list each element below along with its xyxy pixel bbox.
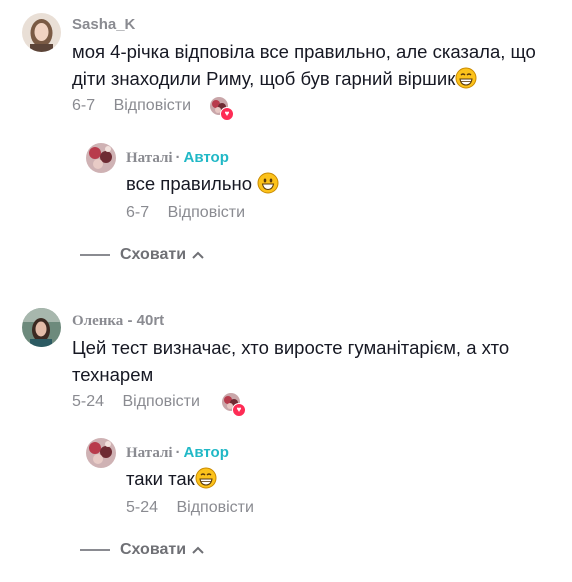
grin-emoji-icon (455, 67, 477, 89)
reply-date: 5-24 (126, 499, 159, 516)
divider (80, 549, 110, 551)
author-liked-indicator: ♥ (222, 393, 246, 417)
username[interactable]: Оленка - 40rt (72, 312, 164, 330)
reply-meta: 5-24 Відповісти (126, 499, 254, 517)
reply-button[interactable]: Відповісти (176, 499, 253, 516)
comment-text-line: Цей тест визначає, хто виросте гуманітар… (72, 337, 510, 358)
avatar[interactable] (22, 13, 61, 52)
reply-text: все правильно (126, 170, 279, 197)
comment-meta: 6-7 Відповісти (72, 97, 191, 115)
author-avatar[interactable] (86, 143, 116, 173)
comment-text-line-2: технарем (72, 364, 154, 385)
comment-date: 6-7 (72, 97, 96, 114)
reply-button[interactable]: Відповісти (168, 204, 245, 221)
reply-username[interactable]: Наталі (126, 445, 173, 461)
reply-meta: 6-7 Відповісти (126, 204, 245, 222)
reply-button[interactable]: Відповісти (122, 393, 199, 410)
hide-replies-button[interactable]: Сховати (80, 541, 204, 559)
avatar[interactable] (22, 308, 61, 347)
comment-text: Цей тест визначає, хто виросте гуманітар… (72, 334, 552, 388)
comment-text-line: моя 4-річка відповіла все правильно, але… (72, 41, 536, 62)
hide-replies-button[interactable]: Сховати (80, 246, 204, 264)
grin-emoji-icon (195, 467, 217, 489)
comment-meta: 5-24 Відповісти (72, 393, 200, 411)
author-avatar[interactable] (86, 438, 116, 468)
reply-username-line: Наталі · Автор (126, 444, 229, 461)
comment-text: моя 4-річка відповіла все правильно, але… (72, 38, 552, 92)
heart-icon: ♥ (232, 403, 246, 417)
username[interactable]: Sasha_K (72, 16, 135, 33)
smile-emoji-icon (257, 172, 279, 194)
reply-button[interactable]: Відповісти (114, 97, 191, 114)
comment-text-line-2: діти знаходили Риму, щоб був гарний вірш… (72, 65, 552, 92)
author-badge: Автор (183, 149, 229, 166)
author-liked-indicator: ♥ (210, 97, 234, 121)
reply-username[interactable]: Наталі (126, 150, 173, 166)
comment-date: 5-24 (72, 393, 105, 410)
author-badge: Автор (183, 444, 229, 461)
reply-username-line: Наталі · Автор (126, 149, 229, 166)
divider (80, 254, 110, 256)
heart-icon: ♥ (220, 107, 234, 121)
chevron-up-icon (192, 251, 204, 259)
reply-text: таки так (126, 465, 217, 492)
chevron-up-icon (192, 546, 204, 554)
reply-date: 6-7 (126, 204, 150, 221)
